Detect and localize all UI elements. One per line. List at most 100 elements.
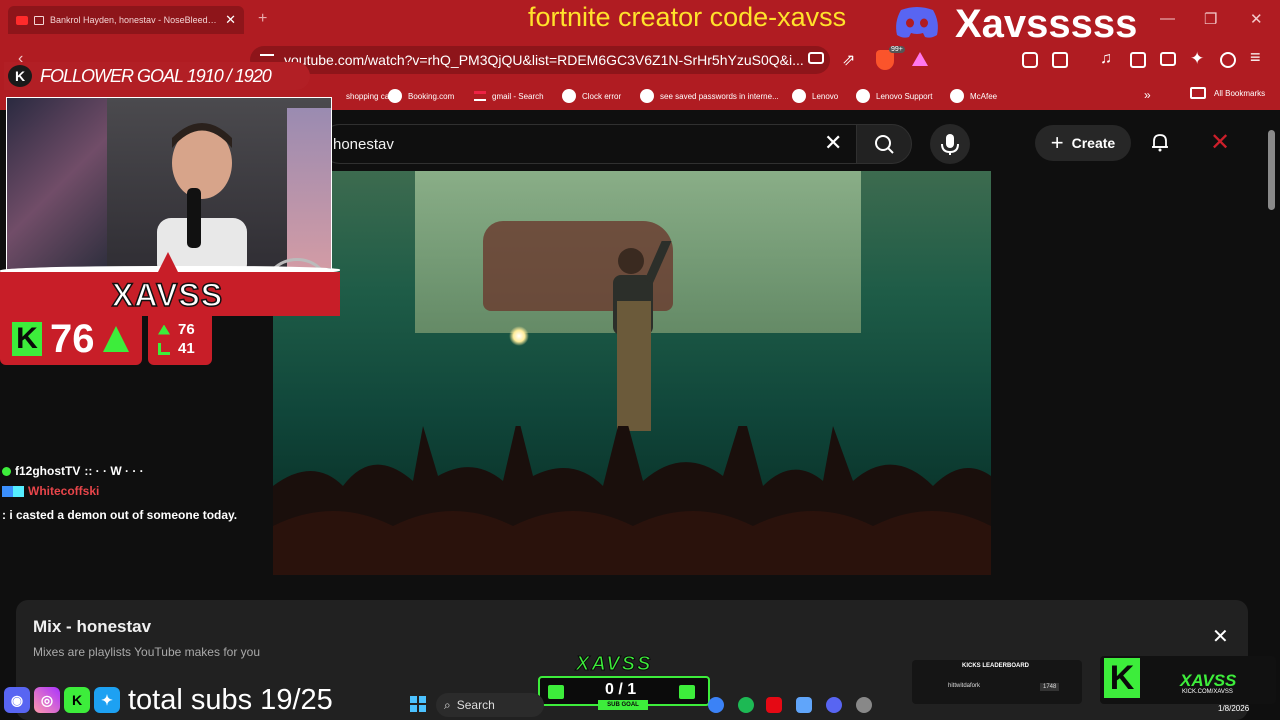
close-window-button[interactable]: ✕ <box>1250 10 1263 28</box>
microphone-icon <box>941 134 959 155</box>
tab-title: Bankrol Hayden, honestav - NoseBleeds (O… <box>50 15 219 25</box>
taskbar-date: 1/8/2026 <box>1218 704 1250 713</box>
create-label: Create <box>1071 135 1116 151</box>
bookmark-clock-error[interactable]: Clock error <box>562 82 621 110</box>
all-bookmarks-button[interactable]: All Bookmarks <box>1190 87 1265 99</box>
page-scrollbar[interactable] <box>1268 130 1275 210</box>
chat-text: : i casted a demon out of someone today. <box>2 508 238 522</box>
maximize-button[interactable]: ❐ <box>1204 10 1217 28</box>
video-player[interactable] <box>273 171 991 575</box>
verified-badge-icon <box>2 466 11 476</box>
notifications-bell-icon[interactable] <box>1150 132 1170 152</box>
chat-text: :: · · W · · · <box>84 464 144 478</box>
mix-title[interactable]: Mix - honestav <box>33 617 151 637</box>
extensions-icon[interactable] <box>1022 52 1038 68</box>
settings-gear-icon[interactable] <box>856 697 872 713</box>
more-bookmarks-button[interactable]: » <box>1144 88 1151 102</box>
search-input[interactable]: honestav <box>320 124 860 164</box>
up-arrow-icon <box>102 326 129 352</box>
viewer-stats: 76 41 <box>148 313 212 365</box>
chat-username: Whitecoffski <box>28 484 100 498</box>
discord-taskbar-icon[interactable] <box>826 697 842 713</box>
mix-close-icon[interactable]: ✕ <box>1212 624 1229 649</box>
leo-ai-icon[interactable]: ✦ <box>1190 49 1204 69</box>
kick-icon: K <box>64 687 90 713</box>
kick-counter: K 76 <box>0 313 142 365</box>
leaderboard-kicks: 1748 <box>1040 683 1060 691</box>
chat-message: f12ghostTV :: · · W · · · <box>2 461 322 481</box>
sidebar-icon[interactable] <box>1130 52 1146 68</box>
search-tab-icon[interactable] <box>1052 52 1068 68</box>
stage-light <box>509 326 529 346</box>
follower-goal-bar: K FOLLOWER GOAL 1910 / 1920 <box>4 62 310 90</box>
wall-poster <box>287 108 331 268</box>
bookmark-label: Lenovo <box>812 91 839 101</box>
taskbar-search-label: Search <box>456 698 495 712</box>
brave-shield-icon[interactable] <box>876 50 894 70</box>
chat-message: Whitecoffski : i casted a demon out of s… <box>2 481 322 525</box>
cart-icon <box>548 685 564 699</box>
wall-art <box>7 98 107 276</box>
kick-brand-logo-icon: K <box>1104 658 1140 698</box>
share-icon[interactable]: ⇗ <box>842 50 855 70</box>
stat-up: 76 <box>178 321 195 338</box>
address-bar[interactable]: youtube.com/watch?v=rhQ_PM3QjQU&list=RDE… <box>250 46 830 74</box>
globe-icon <box>388 89 402 103</box>
browser-tab[interactable]: Bankrol Hayden, honestav - NoseBleeds (O… <box>8 6 244 34</box>
new-tab-button[interactable]: + <box>258 10 267 28</box>
taskbar-search[interactable]: ⌕ Search <box>436 693 544 717</box>
brave-rewards-icon[interactable] <box>912 52 928 66</box>
kick-badge-icon: K <box>8 65 32 87</box>
follower-goal-text: FOLLOWER GOAL 1910 / 1920 <box>40 65 272 86</box>
search-button[interactable] <box>856 124 912 164</box>
santa-hat-icon <box>158 252 178 272</box>
bar-chart-icon <box>158 342 170 355</box>
bookmark-label: McAfee <box>970 91 998 101</box>
create-button[interactable]: + Create <box>1035 125 1131 161</box>
tab-close-icon[interactable]: ✕ <box>225 12 236 28</box>
sub-goal-logo: XAVSS <box>575 653 653 676</box>
bookmark-saved-passwords[interactable]: see saved passwords in interne... <box>640 82 779 110</box>
bookmark-gmail[interactable]: gmail - Search <box>474 82 544 110</box>
youtube-favicon-icon <box>16 15 28 25</box>
bookmark-label: shopping cart <box>346 91 395 101</box>
mix-subtitle: Mixes are playlists YouTube makes for yo… <box>33 645 260 659</box>
banner-name: XAVSS <box>111 276 224 314</box>
cast-icon[interactable] <box>808 52 824 64</box>
edge-icon[interactable] <box>708 697 724 713</box>
bookmark-lenovo-support[interactable]: Lenovo Support <box>856 82 933 110</box>
search-icon: ⌕ <box>444 697 451 712</box>
bookmark-label: Booking.com <box>408 91 455 101</box>
menu-icon[interactable]: ≡ <box>1250 47 1261 68</box>
file-explorer-icon[interactable] <box>796 697 812 713</box>
sub-goal-label: SUB GOAL <box>598 700 648 710</box>
stream-chat: f12ghostTV :: · · W · · · Whitecoffski :… <box>2 461 322 525</box>
search-icon <box>875 135 894 154</box>
music-icon[interactable]: ♫ <box>1100 50 1112 68</box>
url-text: youtube.com/watch?v=rhQ_PM3QjQU&list=RDE… <box>284 52 804 68</box>
spotify-icon[interactable] <box>738 697 754 713</box>
folder-icon <box>1190 87 1206 99</box>
close-overlay-icon[interactable]: ✕ <box>1210 128 1230 157</box>
bookmark-booking[interactable]: Booking.com <box>388 82 454 110</box>
bookmark-lenovo[interactable]: Lenovo <box>792 82 838 110</box>
stat-chart: 41 <box>178 340 195 357</box>
discord-logo-icon <box>896 7 938 38</box>
gmail-icon <box>474 91 486 101</box>
bookmark-mcafee[interactable]: McAfee <box>950 82 997 110</box>
wallet-icon[interactable] <box>1160 52 1176 66</box>
cart-icon <box>679 685 695 699</box>
leaderboard-title: KICKS LEADERBOARD <box>962 663 1030 669</box>
vpn-icon[interactable] <box>1220 52 1236 68</box>
webcam-feed <box>6 97 332 277</box>
clear-search-icon[interactable]: ✕ <box>824 130 842 156</box>
minimize-button[interactable]: — <box>1160 10 1175 27</box>
globe-icon <box>640 89 654 103</box>
bookmark-shopping-cart[interactable]: shopping cart <box>346 82 394 110</box>
voice-search-button[interactable] <box>930 124 970 164</box>
brand-url: KICK.COM/XAVSS <box>1182 689 1233 695</box>
netflix-icon[interactable] <box>766 697 782 713</box>
twitter-icon: ✦ <box>94 687 120 713</box>
sub-goal-count: 0 / 1 <box>605 681 637 698</box>
windows-start-icon[interactable] <box>410 696 426 712</box>
